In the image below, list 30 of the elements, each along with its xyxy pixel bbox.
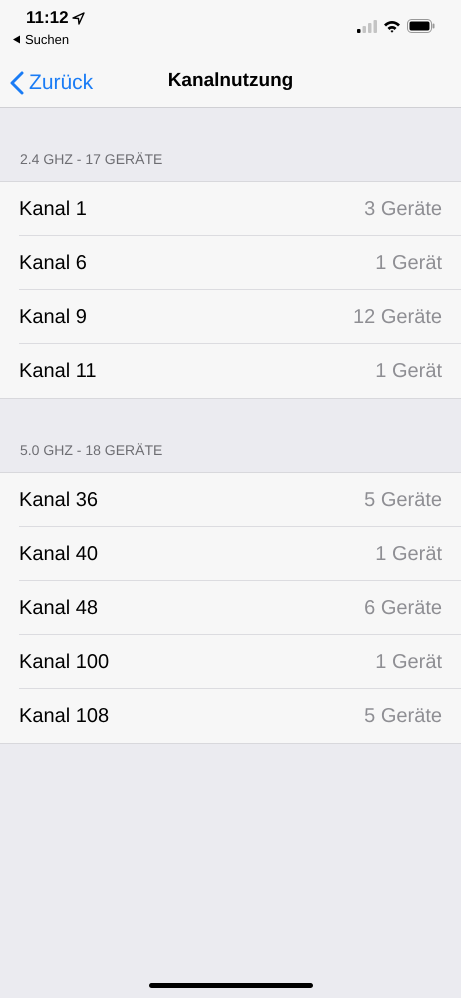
device-count: 5 Geräte xyxy=(364,488,442,512)
device-count: 3 Geräte xyxy=(364,196,442,222)
triangle-left-icon xyxy=(12,35,21,44)
channel-label: Kanal 1 xyxy=(19,196,87,222)
status-time: 11:12 xyxy=(26,8,69,28)
channel-label: Kanal 36 xyxy=(19,488,98,512)
nav-title: Kanalnutzung xyxy=(168,68,294,93)
device-count: 1 Gerät xyxy=(375,250,442,276)
back-to-app-link[interactable]: Suchen xyxy=(12,30,85,50)
section-header: 2.4 GHZ - 17 GERÄTE xyxy=(20,151,162,167)
device-count: 1 Gerät xyxy=(375,650,442,674)
device-count: 6 Geräte xyxy=(364,596,442,620)
device-count: 1 Gerät xyxy=(375,359,442,384)
device-count: 5 Geräte xyxy=(364,704,442,729)
battery-icon xyxy=(407,19,435,33)
back-button[interactable]: Zurück xyxy=(10,67,94,98)
channel-label: Kanal 48 xyxy=(19,596,98,620)
channel-label: Kanal 11 xyxy=(19,359,96,384)
channel-label: Kanal 40 xyxy=(19,542,98,566)
device-count: 1 Gerät xyxy=(375,542,442,566)
channel-label: Kanal 108 xyxy=(19,704,110,729)
location-arrow-icon xyxy=(72,12,85,24)
channel-label: Kanal 9 xyxy=(19,304,87,330)
section-header: 5.0 GHZ - 18 GERÄTE xyxy=(20,442,162,458)
channel-label: Kanal 100 xyxy=(19,650,110,674)
signal-icon xyxy=(357,20,377,32)
wifi-icon xyxy=(383,20,401,32)
channel-label: Kanal 6 xyxy=(19,250,87,276)
chevron-left-icon xyxy=(10,70,24,95)
device-count: 12 Geräte xyxy=(353,304,442,330)
